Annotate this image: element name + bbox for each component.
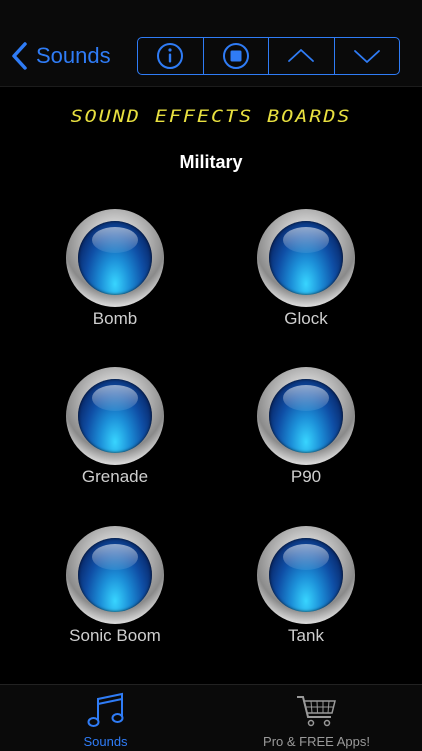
sound-label: Bomb	[92, 309, 138, 328]
sound-orb	[66, 526, 164, 624]
tab-label: Sounds	[83, 734, 128, 749]
sound-button-sonic-boom[interactable]: Sonic Boom	[25, 526, 205, 646]
sound-button-grenade[interactable]: Grenade	[25, 367, 205, 487]
stop-button[interactable]	[202, 38, 269, 74]
tab-bar: Sounds Pro & FREE Apps!	[0, 684, 422, 751]
chevron-up-icon	[288, 49, 315, 62]
shopping-cart-icon	[296, 696, 336, 727]
toolbar-segmented-control	[137, 37, 400, 75]
sound-button-glock[interactable]: Glock	[216, 209, 396, 329]
info-icon	[157, 43, 184, 69]
tab-label: Pro & FREE Apps!	[263, 734, 370, 749]
sound-label: P90	[290, 467, 322, 486]
category-title: Military	[179, 152, 243, 172]
sound-button-p90[interactable]: P90	[216, 367, 396, 487]
info-button[interactable]	[138, 38, 203, 74]
sound-button-tank[interactable]: Tank	[216, 526, 396, 646]
stop-icon	[222, 43, 249, 69]
sound-label: Glock	[284, 309, 328, 328]
chevron-left-icon	[12, 42, 27, 70]
sound-label: Tank	[288, 626, 324, 645]
chevron-down-icon	[353, 50, 380, 63]
back-button-label: Sounds	[36, 43, 111, 68]
music-notes-icon	[87, 692, 123, 727]
sound-orb	[257, 367, 355, 465]
back-button[interactable]: Sounds	[10, 38, 111, 74]
sound-orb	[66, 209, 164, 307]
sound-button-bomb[interactable]: Bomb	[25, 209, 205, 329]
nav-bar: Sounds	[0, 0, 422, 87]
board-title: Sound Effects Boards	[70, 105, 352, 127]
sound-orb	[257, 526, 355, 624]
sound-label: Sonic Boom	[69, 626, 161, 645]
sound-orb	[66, 367, 164, 465]
sound-label: Grenade	[81, 467, 149, 486]
previous-button[interactable]	[268, 38, 334, 74]
tab-sounds[interactable]: Sounds	[0, 685, 211, 751]
sound-orb	[257, 209, 355, 307]
tab-pro-free-apps[interactable]: Pro & FREE Apps!	[211, 685, 422, 751]
next-button[interactable]	[333, 38, 400, 74]
